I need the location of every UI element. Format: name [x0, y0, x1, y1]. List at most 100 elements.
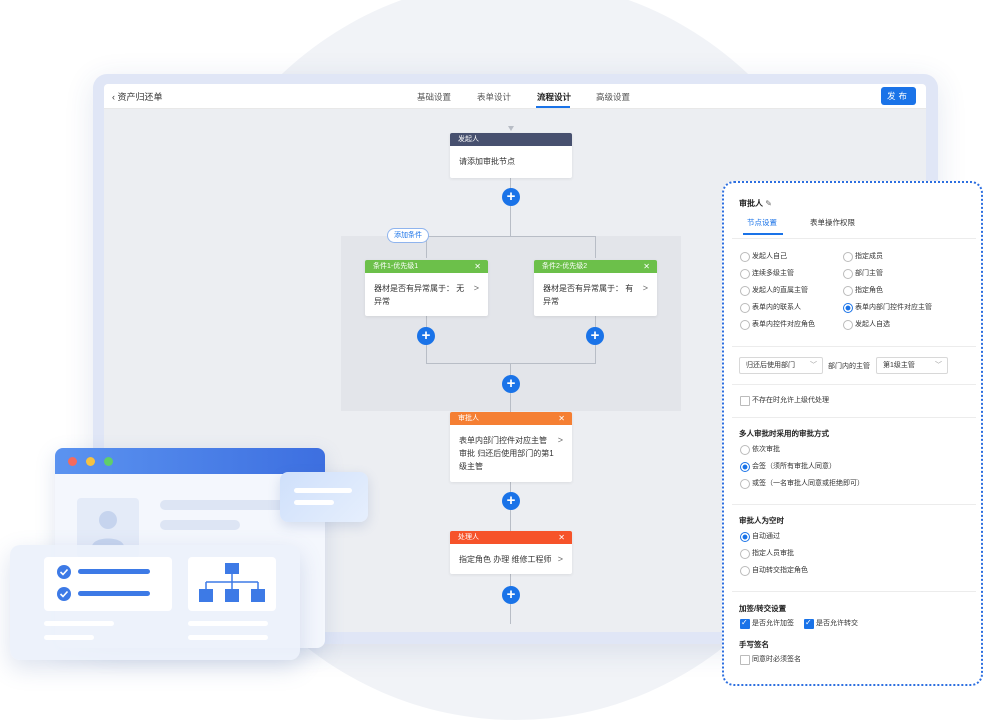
add-condition-button[interactable]: 添加条件	[387, 228, 429, 243]
publish-button[interactable]: 发布	[881, 87, 916, 105]
radio-auto-pass[interactable]: 自动通过	[740, 532, 780, 542]
illustration-titlebar	[55, 448, 325, 474]
radio-form-control-role[interactable]: 表单内控件对应角色	[740, 320, 815, 330]
tab-advanced[interactable]: 高级设置	[596, 91, 630, 103]
divider	[732, 504, 976, 505]
chevron-right-icon: >	[557, 554, 563, 564]
chevron-down-icon: ﹀	[810, 362, 817, 369]
placeholder-line	[160, 520, 240, 530]
radio-initiator-choice[interactable]: 发起人自选	[843, 320, 890, 330]
edit-icon[interactable]: ✎	[765, 199, 772, 208]
placeholder-line	[44, 621, 114, 626]
radio-dept-supervisor[interactable]: 部门主管	[843, 269, 883, 279]
add-node-button[interactable]: +	[502, 586, 520, 604]
radio-form-dept-supervisor[interactable]: 表单内部门控件对应主管	[843, 303, 932, 313]
handler-node[interactable]: 处理人 ✕ 指定角色 办理 维修工程师 >	[450, 531, 572, 574]
node-body: 表单内部门控件对应主管 审批 归还后使用部门的第1级主管	[459, 436, 554, 471]
node-header: 条件1-优先级1	[373, 263, 419, 270]
dept-supervisor-label: 部门内的主管	[828, 363, 870, 370]
close-icon[interactable]: ✕	[558, 531, 565, 544]
illustration-panel	[10, 545, 300, 660]
condition-node-1[interactable]: 条件1-优先级1 ✕ 器材是否有异常属于： 无异常 >	[365, 260, 488, 316]
close-icon[interactable]: ✕	[558, 412, 565, 425]
initiator-node[interactable]: 发起人 请添加审批节点	[450, 133, 572, 178]
fallback-checkbox[interactable]: 不存在时允许上级代处理	[740, 396, 829, 406]
radio-sequential[interactable]: 依次审批	[740, 445, 780, 455]
dot-icon	[68, 457, 77, 466]
dot-icon	[86, 457, 95, 466]
node-body: 器材是否有异常属于： 无异常	[374, 284, 465, 306]
empty-approver-title: 审批人为空时	[739, 516, 784, 525]
chevron-down-icon: ﹀	[935, 362, 942, 369]
tab-flow-design[interactable]: 流程设计	[537, 91, 571, 103]
tab-node-settings[interactable]: 节点设置	[747, 217, 777, 228]
dot-icon	[104, 457, 113, 466]
require-signature-checkbox[interactable]: 同意时必须签名	[740, 655, 801, 665]
radio-multi-level-supervisor[interactable]: 连续多级主管	[740, 269, 794, 279]
level-select-value: 第1级主管	[883, 362, 915, 369]
condition-node-2[interactable]: 条件2-优先级2 ✕ 器材是否有异常属于： 有异常 >	[534, 260, 657, 316]
radio-direct-supervisor[interactable]: 发起人的直属主管	[740, 286, 808, 296]
chat-bubble-icon	[280, 472, 368, 522]
node-body: 指定角色 办理 维修工程师	[459, 555, 552, 564]
node-body: 请添加审批节点	[459, 157, 515, 166]
form-title: 资产归还单	[117, 92, 163, 102]
chevron-right-icon: >	[473, 283, 479, 293]
radio-auto-transfer-role[interactable]: 自动转交指定角色	[740, 566, 808, 576]
add-node-button[interactable]: +	[502, 492, 520, 510]
placeholder-line	[188, 635, 268, 640]
allow-addsign-checkbox[interactable]: 是否允许加签	[740, 618, 794, 629]
placeholder-line	[160, 500, 285, 510]
tab-form-design[interactable]: 表单设计	[477, 91, 511, 103]
chevron-left-icon: ‹	[112, 92, 115, 102]
add-node-button[interactable]: +	[586, 327, 604, 345]
placeholder-line	[44, 635, 94, 640]
radio-specified-member[interactable]: 指定成员	[843, 252, 883, 262]
branch-top-line	[426, 236, 596, 237]
top-bar: ‹ 资产归还单 基础设置 表单设计 流程设计 高级设置 发布	[104, 84, 926, 109]
close-icon[interactable]: ✕	[474, 260, 481, 273]
checklist-icon	[57, 565, 150, 601]
radio-or-sign[interactable]: 或签（一名审批人同意或拒绝即可）	[740, 479, 864, 489]
org-chart-icon	[199, 563, 265, 602]
add-node-button[interactable]: +	[502, 375, 520, 393]
tab-form-permissions[interactable]: 表单操作权限	[810, 217, 855, 228]
level-select[interactable]: 第1级主管 ﹀	[876, 357, 948, 374]
checklist-card	[44, 557, 172, 611]
handwrite-title: 手写签名	[739, 640, 769, 649]
add-node-button[interactable]: +	[417, 327, 435, 345]
node-header: 处理人	[458, 534, 479, 541]
panel-tab-indicator	[743, 233, 783, 235]
divider	[732, 238, 976, 239]
radio-specified-role[interactable]: 指定角色	[843, 286, 883, 296]
chevron-right-icon: >	[642, 283, 648, 293]
dept-select[interactable]: 归还后使用部门 ﹀	[739, 357, 823, 374]
allow-transfer-checkbox[interactable]: 是否允许转交	[804, 618, 858, 629]
flow-start-arrow	[508, 126, 514, 131]
add-node-button[interactable]: +	[502, 188, 520, 206]
active-tab-indicator	[536, 106, 570, 108]
radio-specify-person[interactable]: 指定人员审批	[740, 549, 794, 559]
radio-initiator-self[interactable]: 发起人自己	[740, 252, 787, 262]
chevron-right-icon: >	[557, 435, 563, 445]
approver-settings-panel: 审批人 ✎ 节点设置 表单操作权限 发起人自己 指定成员 连续多级主管 部门主管…	[722, 181, 983, 686]
radio-countersign[interactable]: 会签（须所有审批人同意）	[740, 462, 836, 472]
radio-form-contact[interactable]: 表单内的联系人	[740, 303, 801, 313]
approver-node[interactable]: 审批人 ✕ 表单内部门控件对应主管 审批 归还后使用部门的第1级主管 >	[450, 412, 572, 482]
multi-approve-title: 多人审批时采用的审批方式	[739, 429, 829, 438]
org-chart-card	[188, 557, 276, 611]
node-body: 器材是否有异常属于： 有异常	[543, 284, 634, 306]
panel-title: 审批人 ✎	[739, 199, 772, 208]
divider	[732, 384, 976, 385]
tab-basic[interactable]: 基础设置	[417, 91, 451, 103]
divider	[732, 417, 976, 418]
divider	[732, 346, 976, 347]
dept-select-value: 归还后使用部门	[746, 362, 795, 369]
flow-line	[595, 236, 596, 258]
flow-line	[510, 178, 511, 236]
back-button[interactable]: ‹ 资产归还单	[112, 90, 163, 103]
node-header: 审批人	[458, 415, 479, 422]
placeholder-line	[188, 621, 268, 626]
node-header: 发起人	[450, 133, 572, 146]
close-icon[interactable]: ✕	[643, 260, 650, 273]
